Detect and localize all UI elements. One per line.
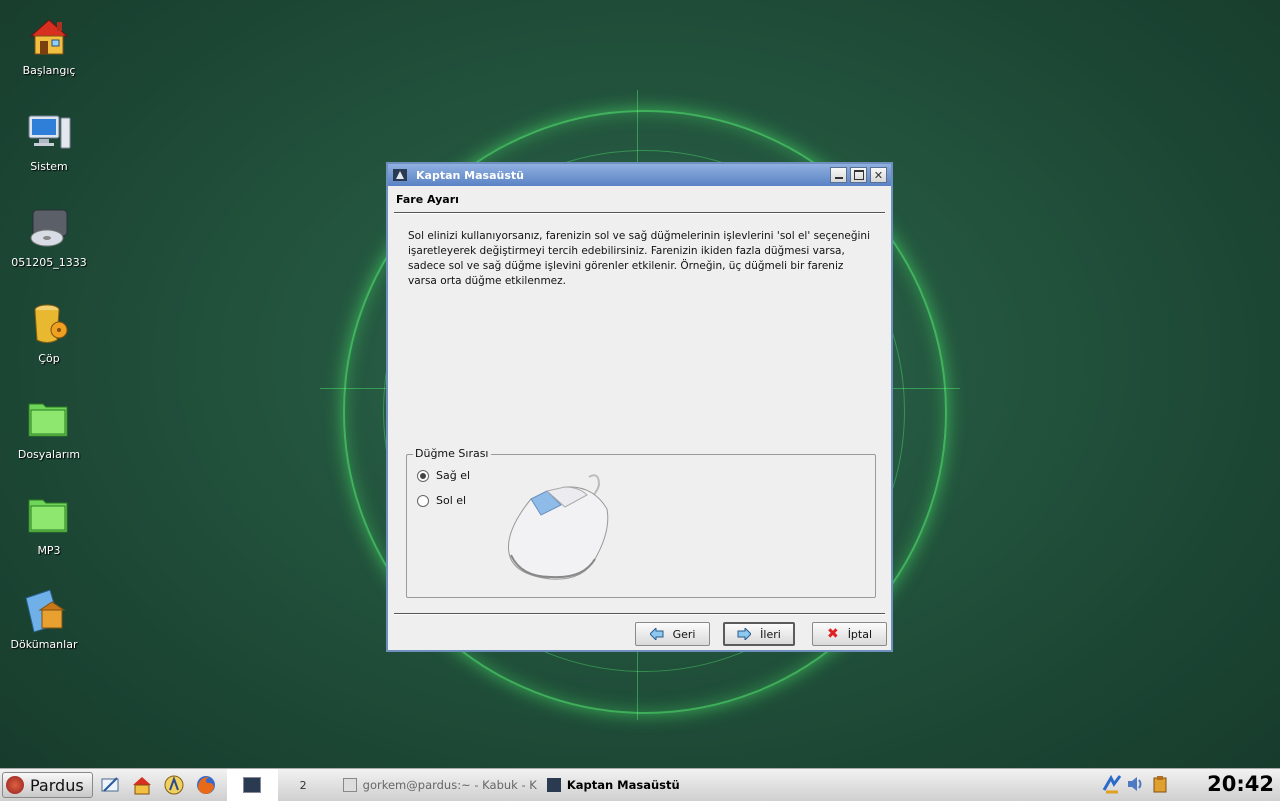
task-label: gorkem@pardus:~ - Kabuk - K	[362, 778, 537, 792]
firefox-launcher-icon[interactable]	[195, 774, 217, 796]
close-button[interactable]: ✕	[870, 167, 887, 183]
pager-window-preview-icon	[243, 777, 262, 793]
radio-indicator-checked[interactable]	[417, 469, 429, 482]
window-title: Kaptan Masaüstü	[416, 168, 524, 182]
radio-label: Sol el	[436, 494, 467, 507]
pager-desktop-1[interactable]	[226, 769, 278, 801]
folder-icon	[25, 398, 73, 442]
desktop-pager: 2	[226, 769, 329, 801]
app-icon	[392, 167, 408, 183]
pager-desktop-2[interactable]: 2	[278, 769, 329, 801]
home-launcher-icon[interactable]	[131, 774, 153, 796]
desktop-icon-system[interactable]: Sistem	[1, 110, 97, 173]
cancel-x-icon: ✖	[826, 626, 839, 642]
home-icon	[25, 14, 73, 58]
minimize-button[interactable]	[830, 167, 847, 183]
back-button[interactable]: Geri	[635, 622, 710, 646]
desktop-icon-documents[interactable]: Dökümanlar	[0, 588, 92, 651]
taskbar: Pardus 2 gorkem@pardus:~ - Kabuk - K Kap…	[0, 768, 1280, 801]
klipper-icon[interactable]	[1150, 774, 1170, 794]
footer-separator	[394, 613, 885, 615]
radio-indicator[interactable]	[417, 494, 429, 507]
trash-icon	[25, 302, 73, 346]
konqueror-launcher-icon[interactable]	[163, 774, 185, 796]
start-menu-button[interactable]: Pardus	[2, 772, 93, 798]
quick-launch	[99, 774, 227, 796]
window-titlebar[interactable]: Kaptan Masaüstü ✕	[388, 164, 891, 186]
radio-left-hand[interactable]: Sol el	[417, 494, 466, 507]
close-icon: ✕	[873, 168, 884, 182]
desktop-icon-label: Çöp	[38, 352, 60, 365]
volume-icon[interactable]	[1126, 774, 1146, 794]
clock[interactable]: 20:42	[1207, 772, 1274, 796]
radio-label: Sağ el	[436, 469, 471, 482]
text-editor-launcher-icon[interactable]	[99, 774, 121, 796]
desktop-icon-mp3[interactable]: MP3	[1, 494, 97, 557]
cancel-button-label: İptal	[847, 627, 873, 641]
task-label: Kaptan Masaüstü	[566, 778, 680, 792]
button-order-group: Düğme Sırası Sağ el Sol el	[406, 447, 876, 598]
next-button-label: İleri	[760, 627, 781, 641]
desktop-icon-label: MP3	[37, 544, 61, 557]
task-terminal[interactable]: gorkem@pardus:~ - Kabuk - K	[342, 778, 537, 792]
back-button-label: Geri	[672, 627, 696, 641]
mouse-illustration	[503, 471, 615, 586]
start-label: Pardus	[30, 775, 84, 795]
arrow-left-icon	[649, 628, 664, 640]
desktop-icon-label: Dökümanlar	[10, 638, 78, 651]
folder-icon	[25, 494, 73, 538]
wizard-window: Kaptan Masaüstü ✕ Fare Ayarı Sol elinizi…	[386, 162, 893, 652]
documents-icon	[20, 588, 68, 633]
system-tray	[1098, 774, 1170, 794]
task-kaptan[interactable]: Kaptan Masaüstü	[546, 778, 680, 792]
maximize-icon	[853, 170, 864, 180]
radio-right-hand[interactable]: Sağ el	[417, 469, 470, 482]
computer-icon	[25, 110, 73, 154]
kaptan-icon	[546, 778, 561, 792]
desktop-icon-label: Dosyalarım	[17, 448, 81, 461]
desktop-icon-label: Başlangıç	[22, 64, 76, 77]
terminal-icon	[342, 778, 357, 792]
group-title: Düğme Sırası	[413, 447, 491, 460]
cancel-button[interactable]: ✖ İptal	[812, 622, 887, 646]
description-text: Sol elinizi kullanıyorsanız, farenizin s…	[408, 230, 871, 287]
desktop-icon-label: 051205_1333	[11, 256, 87, 269]
desktop-icon-disk[interactable]: 051205_1333	[1, 206, 97, 269]
pardus-logo-icon	[6, 776, 24, 794]
disk-icon	[25, 206, 73, 250]
desktop-icon-label: Sistem	[30, 160, 68, 173]
minimize-icon	[834, 177, 843, 179]
desktop-icon-trash[interactable]: Çöp	[1, 302, 97, 365]
page-title: Fare Ayarı	[396, 193, 459, 206]
desktop-icon-my-files[interactable]: Dosyalarım	[1, 398, 97, 461]
next-button[interactable]: İleri	[723, 622, 795, 646]
network-icon[interactable]	[1102, 774, 1122, 794]
desktop-icon-home[interactable]: Başlangıç	[1, 14, 97, 77]
maximize-button[interactable]	[850, 167, 867, 183]
arrow-right-icon	[737, 628, 752, 640]
